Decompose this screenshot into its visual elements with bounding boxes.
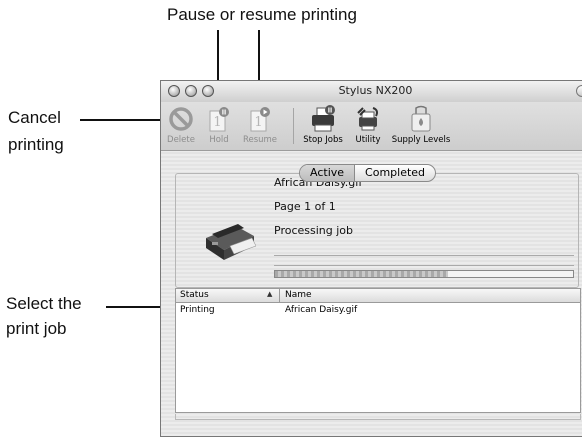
ink-icon	[406, 104, 436, 134]
utility-button[interactable]: Utility	[350, 104, 386, 145]
utility-label: Utility	[355, 135, 381, 145]
hold-label: Hold	[209, 135, 229, 145]
job-progress-bar	[274, 270, 574, 278]
printer-queue-window: Stylus NX200 Delete 1 Hold 1 Resume Stop…	[160, 80, 582, 437]
job-status: Processing job	[274, 224, 354, 237]
callout-select-line2: print job	[6, 319, 67, 338]
toolbar-separator	[293, 108, 294, 144]
row-name: African Daisy.gif	[285, 305, 358, 315]
job-progress-fill	[275, 271, 448, 277]
queue-content: African Daisy.gif Page 1 of 1 Processing…	[161, 151, 582, 436]
resume-label: Resume	[242, 135, 278, 145]
row-status: Printing	[180, 305, 215, 315]
stop-jobs-label: Stop Jobs	[303, 135, 343, 145]
delete-button[interactable]: Delete	[163, 104, 199, 145]
window-title: Stylus NX200	[338, 84, 413, 97]
hold-icon: 1	[204, 104, 234, 134]
delete-icon	[166, 104, 196, 134]
tab-completed[interactable]: Completed	[355, 165, 435, 181]
list-bottom-edge	[175, 414, 581, 420]
job-page-count: Page 1 of 1	[274, 200, 336, 213]
resume-icon: 1	[245, 104, 275, 134]
panel-rule	[274, 255, 574, 256]
supply-levels-button[interactable]: Supply Levels	[390, 104, 452, 145]
utility-icon	[353, 104, 383, 134]
toolbar: Delete 1 Hold 1 Resume Stop Jobs Utility…	[161, 102, 582, 151]
title-bar[interactable]: Stylus NX200	[161, 81, 582, 103]
column-divider[interactable]	[279, 289, 280, 302]
callout-select-line1: Select the	[6, 294, 82, 313]
sort-ascending-icon[interactable]: ▲	[267, 290, 272, 298]
printer-image	[200, 216, 257, 266]
queue-tab-control: Active Completed	[299, 164, 437, 182]
column-header-name[interactable]: Name	[285, 290, 312, 300]
delete-label: Delete	[167, 135, 195, 145]
svg-text:1: 1	[254, 115, 262, 130]
printer-icon	[308, 104, 338, 134]
supply-levels-label: Supply Levels	[391, 135, 451, 145]
stop-jobs-button[interactable]: Stop Jobs	[300, 104, 346, 145]
hold-button[interactable]: 1 Hold	[204, 104, 234, 145]
callout-cancel-line2: printing	[8, 135, 64, 154]
svg-text:1: 1	[213, 115, 221, 130]
job-list-header: Status ▲ Name	[176, 289, 580, 303]
resume-button[interactable]: 1 Resume	[240, 104, 280, 145]
tab-active[interactable]: Active	[300, 165, 356, 181]
panel-rule	[274, 265, 574, 266]
column-header-status[interactable]: Status	[180, 290, 209, 300]
toolbar-toggle-button[interactable]	[576, 85, 582, 97]
callout-pause-resume: Pause or resume printing	[167, 5, 357, 24]
callout-line-cancel	[80, 119, 172, 121]
current-job-panel: African Daisy.gif Page 1 of 1 Processing…	[175, 173, 579, 288]
job-list: Status ▲ Name Printing African Daisy.gif	[175, 288, 581, 413]
callout-cancel-line1: Cancel	[8, 108, 61, 127]
